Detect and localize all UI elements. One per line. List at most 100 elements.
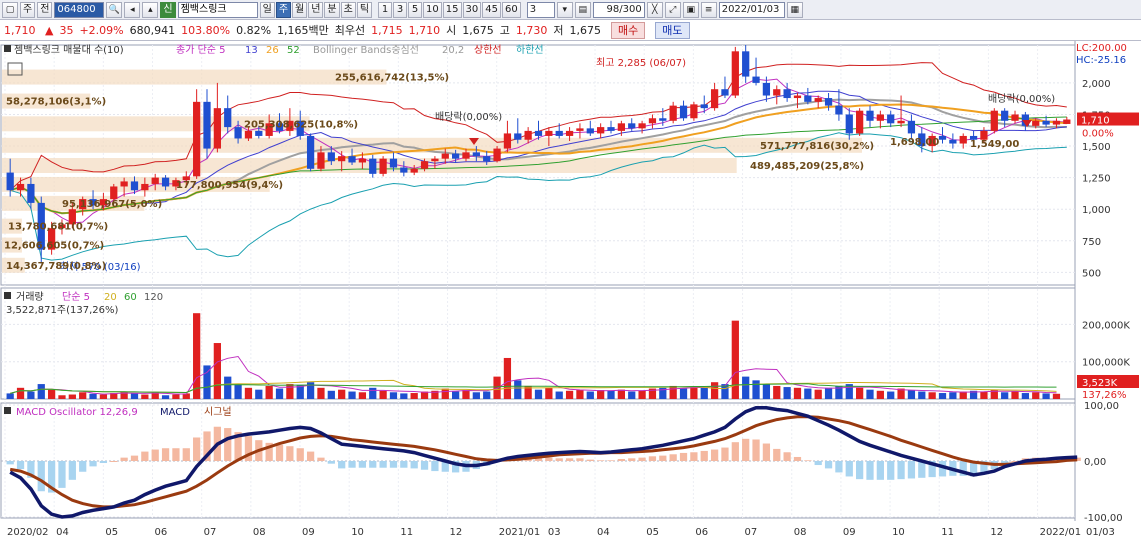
stock-chart[interactable]: 2,0001,7501,5001,2501,000750500200,000K1… (0, 41, 1141, 541)
minute-60[interactable]: 60 (501, 1, 521, 18)
macd-osc-71 (742, 438, 750, 461)
volume-bar-55 (576, 389, 584, 399)
legend-lower: 하한선 (516, 43, 544, 56)
draw-icon[interactable]: ╳ (646, 1, 663, 18)
chart-type-icon[interactable]: ▤ (574, 1, 591, 18)
volume-bar-6 (68, 394, 76, 399)
minute-3[interactable]: 3 (393, 1, 408, 18)
window-icon[interactable]: ▢ (2, 1, 18, 18)
candle-body-2 (27, 183, 35, 203)
hc-label: HC:-25.16 (1076, 55, 1126, 66)
last-volume-pct: 137,26% (1082, 390, 1127, 401)
macd-osc-78 (814, 461, 822, 466)
macd-osc-35 (369, 461, 377, 468)
candle-body-53 (555, 130, 563, 136)
price-tick-5: 750 (1082, 237, 1101, 248)
volume-bar-65 (679, 388, 688, 399)
candle-body-69 (721, 89, 729, 96)
period-0[interactable]: 일 (259, 1, 275, 18)
candle-body-67 (700, 104, 708, 109)
volume-bar-72 (752, 380, 760, 399)
volume-bar-18 (193, 313, 201, 399)
period-6[interactable]: 틱 (356, 1, 373, 18)
macd-osc-61 (638, 457, 646, 461)
sell-button[interactable]: 매도 (655, 21, 690, 39)
minute-1[interactable]: 1 (378, 1, 393, 18)
volume-bar-8 (89, 393, 97, 399)
profile-label-0: 255,616,742(13,5%) (335, 73, 449, 84)
volume-bar-91 (949, 392, 957, 399)
minute-15[interactable]: 15 (442, 1, 462, 18)
volume-bar-85 (887, 391, 895, 399)
settings-icon[interactable]: ▾ (556, 1, 573, 18)
volume-bar-79 (824, 387, 833, 399)
volume-bar-82 (856, 387, 864, 399)
candle-body-58 (607, 127, 615, 131)
period-4[interactable]: 분 (324, 1, 340, 18)
macd-osc-14 (151, 449, 159, 461)
volume-bar-39 (410, 393, 418, 399)
trend-icon[interactable]: ⤢ (664, 1, 681, 18)
x-tick-5: 08 (253, 527, 266, 538)
date-field[interactable]: 2022/01/03 (718, 1, 785, 18)
calendar-icon[interactable]: ▦ (786, 1, 803, 18)
ask-price: 1,715 (371, 23, 403, 37)
period-2[interactable]: 월 (292, 1, 308, 18)
candle-body-72 (752, 76, 760, 83)
legend-bb-val: 20,2 (442, 45, 464, 56)
x-tick-19: 11 (941, 527, 954, 538)
volume-bar-64 (669, 385, 677, 399)
page-count-field[interactable]: 98/300 (592, 1, 645, 18)
bid-price: 1,710 (408, 23, 441, 37)
volume-bar-97 (1011, 391, 1019, 399)
macd-osc-39 (410, 461, 418, 469)
volume-bar-22 (234, 384, 242, 399)
period-3[interactable]: 년 (308, 1, 324, 18)
volume-bar-13 (141, 394, 149, 399)
save-icon[interactable]: ▣ (682, 1, 699, 18)
count-select[interactable]: 3 (526, 1, 555, 18)
volume-bar-42 (441, 388, 449, 399)
volume-legend-ma60: 60 (124, 292, 137, 303)
volume-bar-20 (213, 343, 221, 399)
buy-button[interactable]: 매수 (611, 21, 646, 39)
speaker-icon[interactable]: ◂ (124, 1, 141, 18)
candle-body-96 (1001, 110, 1009, 121)
volume-bar-16 (172, 394, 180, 399)
turnover-pct: 0.82% (236, 23, 272, 37)
volume-bar-53 (555, 391, 563, 399)
mode-select[interactable]: 전 (37, 1, 53, 18)
arrow-up-icon[interactable]: ▴ (142, 1, 159, 18)
stock-code-input[interactable]: 064800 (54, 1, 105, 18)
candle-body-83 (866, 110, 874, 121)
candle-body-51 (534, 130, 543, 136)
period-1[interactable]: 주 (275, 1, 292, 18)
open-price: 1,675 (462, 23, 494, 37)
volume-bar-23 (244, 387, 253, 399)
macd-osc-38 (400, 461, 408, 468)
minute-45[interactable]: 45 (482, 1, 501, 18)
volume-legend-ma120: 120 (144, 292, 163, 303)
minute-5[interactable]: 5 (408, 1, 423, 18)
period-5[interactable]: 초 (340, 1, 356, 18)
minute-10[interactable]: 10 (423, 1, 442, 18)
minute-30[interactable]: 30 (462, 1, 482, 18)
price-tick-0: 2,000 (1082, 79, 1111, 90)
macd-legend-signal: 시그널 (204, 406, 232, 418)
print-icon[interactable]: ≡ (700, 1, 717, 18)
macd-osc-12 (130, 455, 139, 461)
volume-bar-4 (47, 389, 56, 399)
macd-osc-15 (161, 448, 170, 461)
volume-legend-marker (4, 292, 11, 299)
macd-osc-70 (731, 442, 739, 461)
volume-bar-98 (1021, 393, 1030, 399)
legend-upper: 상한선 (474, 44, 502, 56)
low-label: 저 (553, 24, 564, 37)
market-select[interactable]: 주 (20, 1, 36, 18)
macd-osc-62 (648, 456, 657, 461)
macd-osc-87 (907, 461, 916, 479)
search-icon[interactable]: 🔍 (106, 1, 123, 18)
volume-bar-99 (1032, 392, 1040, 399)
macd-osc-28 (296, 448, 304, 461)
macd-osc-55 (576, 458, 584, 461)
